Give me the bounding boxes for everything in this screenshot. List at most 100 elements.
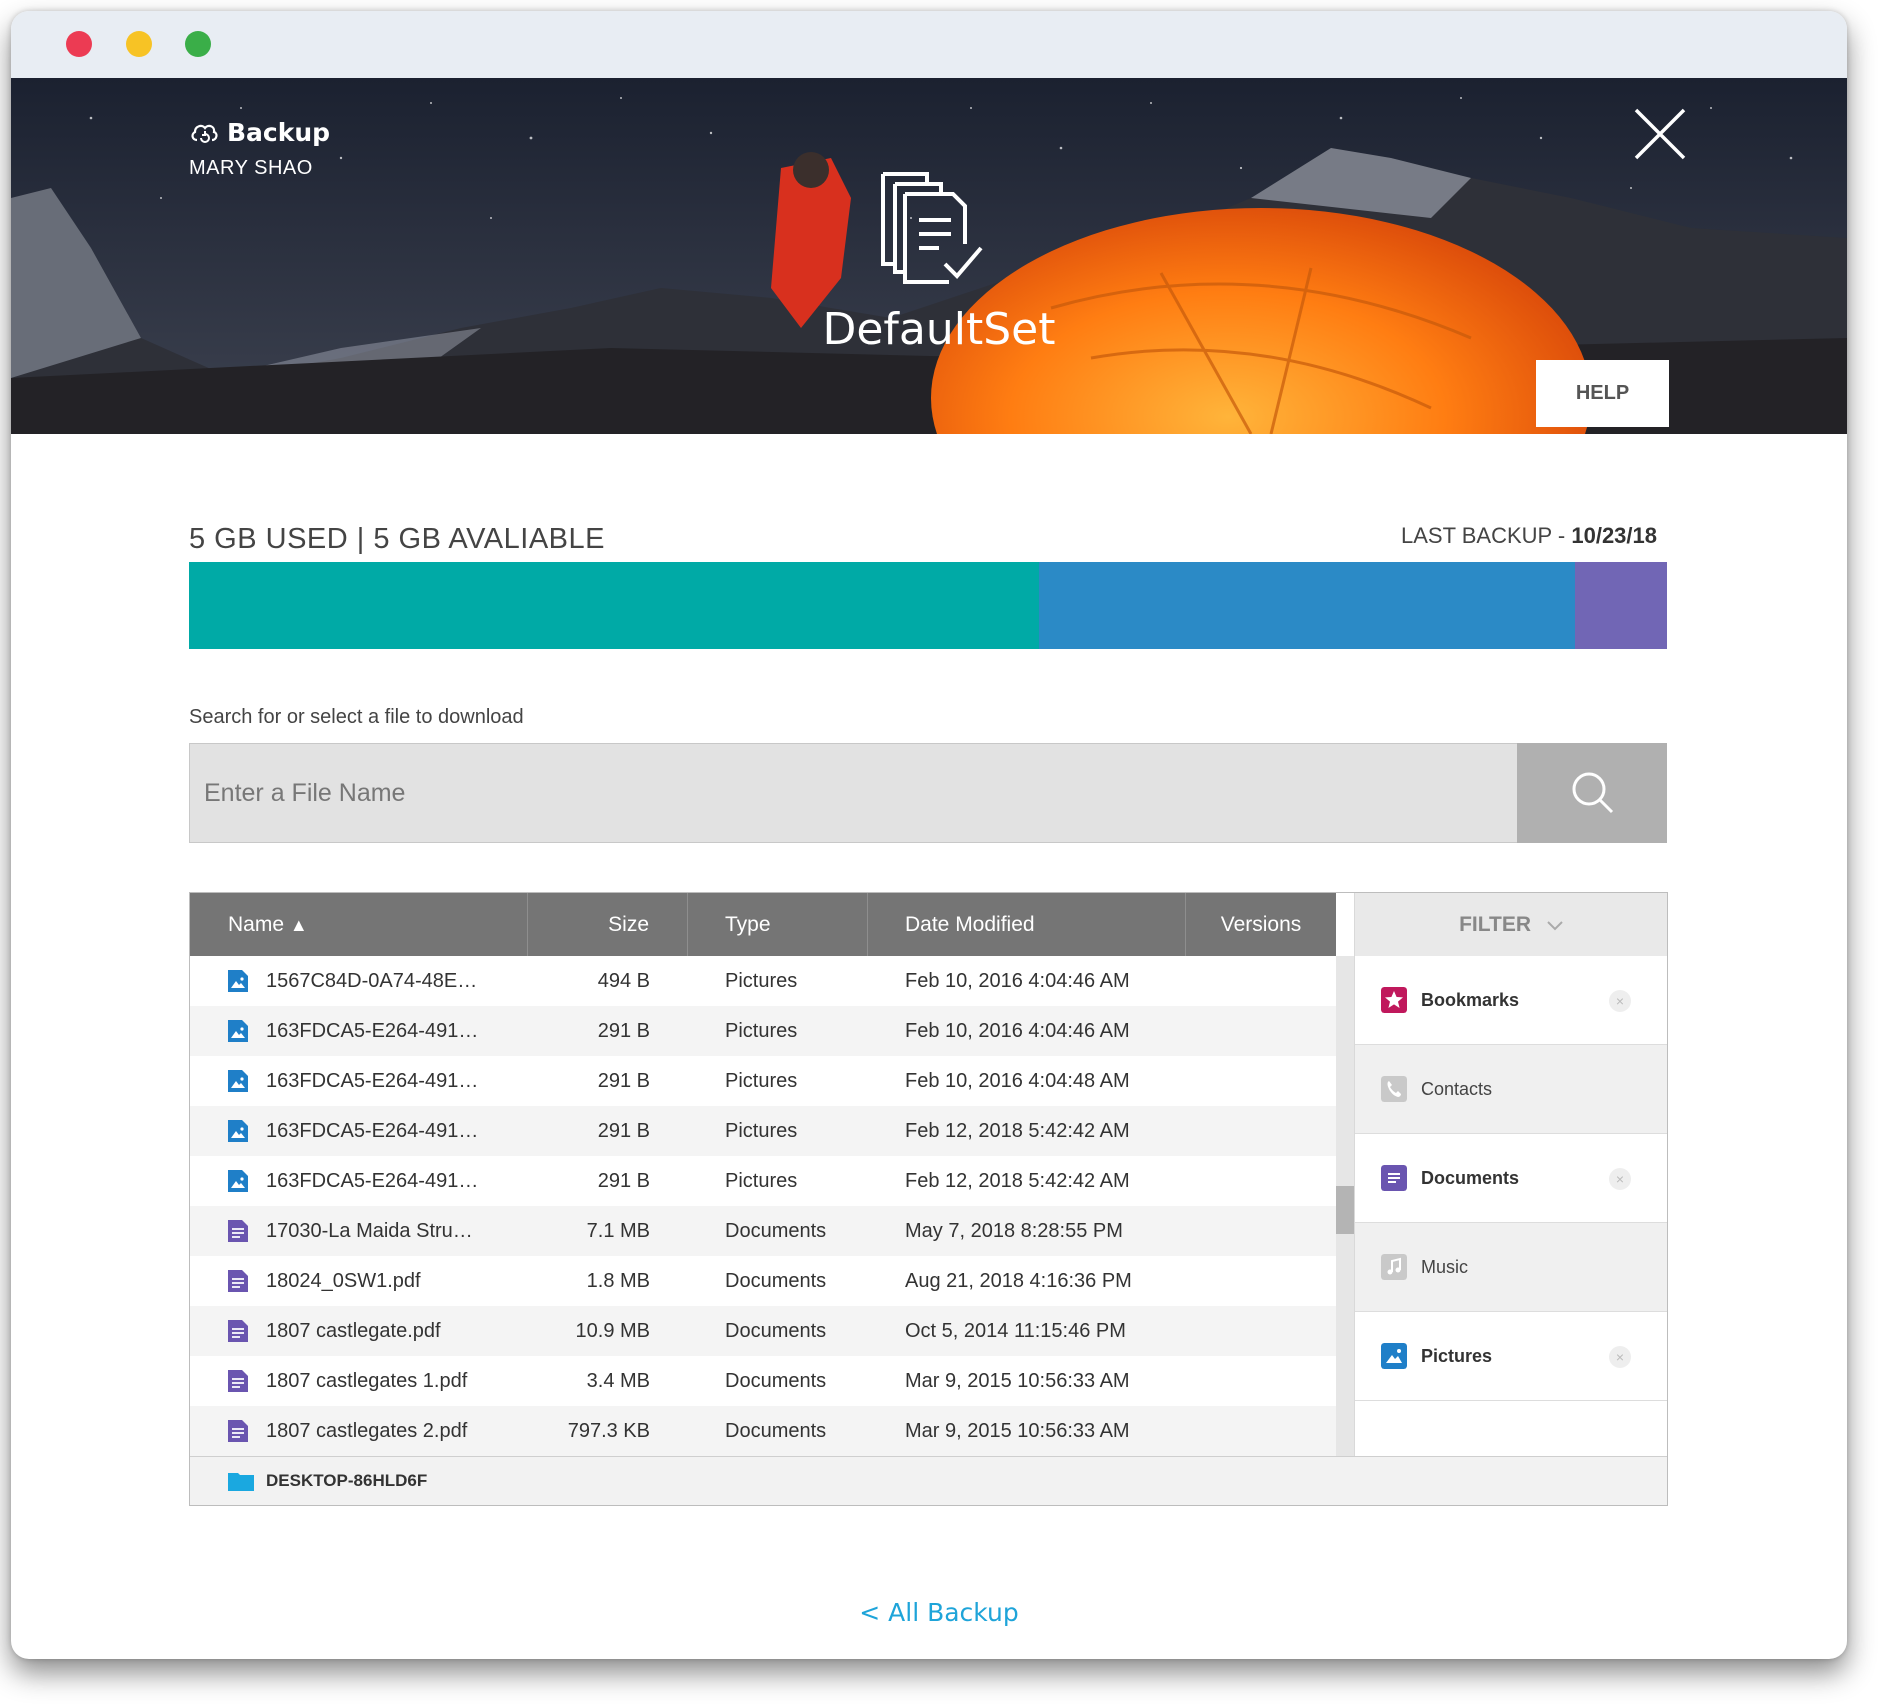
table-row[interactable]: 18024_0SW1.pdf 1.8 MB Documents Aug 21, 201…	[190, 1256, 1336, 1306]
storage-usage-bar	[189, 562, 1667, 649]
file-size: 7.1 MB	[586, 1219, 650, 1242]
file-size: 3.4 MB	[586, 1369, 650, 1392]
music-icon	[1381, 1254, 1407, 1280]
file-date-modified: Aug 21, 2018 4:16:36 PM	[905, 1269, 1132, 1292]
file-type: Documents	[725, 1269, 827, 1292]
column-name-label: Name	[228, 913, 285, 936]
file-date-modified: May 7, 2018 8:28:55 PM	[905, 1219, 1123, 1242]
table-row[interactable]: 163FDCA5-E264-491… 291 B Pictures Feb 10, 2…	[190, 1056, 1336, 1106]
filter-item-documents[interactable]: Documents ×	[1355, 1134, 1667, 1223]
folder-path-bar: DESKTOP-86HLD6F	[190, 1456, 1667, 1505]
file-type: Documents	[725, 1219, 827, 1242]
file-list-scrollbar[interactable]	[1336, 956, 1354, 1456]
file-date-modified: Mar 9, 2015 10:56:33 AM	[905, 1419, 1130, 1442]
file-search-input[interactable]	[189, 743, 1517, 843]
column-header-type[interactable]: Type	[688, 893, 868, 956]
file-name: 163FDCA5-E264-491…	[266, 1019, 479, 1042]
all-backup-link[interactable]: < All Backup	[789, 1598, 1089, 1627]
table-row[interactable]: 1567C84D-0A74-48E… 494 B Pictures Feb 10, 2…	[190, 956, 1336, 1006]
file-type: Documents	[725, 1419, 827, 1442]
file-name: 1807 castlegate.pdf	[266, 1319, 441, 1342]
document-file-icon	[228, 1370, 248, 1392]
filter-label: FILTER	[1459, 913, 1532, 936]
usage-segment	[1038, 562, 1576, 649]
file-name-cell: 17030-La Maida Stru…	[190, 1220, 528, 1243]
phone-icon	[1381, 1076, 1407, 1102]
file-name: 1807 castlegates 1.pdf	[266, 1369, 468, 1392]
column-header-name[interactable]: Name ▲	[190, 893, 528, 956]
file-size: 291 B	[597, 1069, 650, 1092]
filter-panel: FILTER Bookmarks × Contacts Documents × Music…	[1354, 893, 1667, 1456]
file-size: 291 B	[597, 1019, 650, 1042]
picture-file-icon	[228, 1170, 248, 1192]
filter-item-pictures[interactable]: Pictures ×	[1355, 1312, 1667, 1401]
file-date-modified: Feb 10, 2016 4:04:48 AM	[905, 1069, 1130, 1092]
file-size: 291 B	[597, 1169, 650, 1192]
file-size: 1.8 MB	[586, 1269, 650, 1292]
last-backup-label: LAST BACKUP -	[1400, 523, 1572, 548]
file-name-cell: 163FDCA5-E264-491…	[190, 1120, 528, 1143]
star-icon	[1381, 987, 1407, 1013]
file-date-modified: Oct 5, 2014 11:15:46 PM	[905, 1319, 1126, 1342]
file-size: 291 B	[597, 1119, 650, 1142]
file-name-cell: 163FDCA5-E264-491…	[190, 1020, 528, 1043]
app-window: Backup MARY SHAO DefaultSet HELP 5 GB US…	[11, 11, 1847, 1659]
usage-segment	[189, 562, 1039, 649]
file-date-modified: Feb 12, 2018 5:42:42 AM	[905, 1119, 1130, 1142]
table-row[interactable]: 1807 castlegates 1.pdf 3.4 MB Documents Mar…	[190, 1356, 1336, 1406]
search-label: Search for or select a file to download	[189, 706, 524, 728]
column-header-size[interactable]: Size	[528, 893, 688, 956]
filter-item-bookmarks[interactable]: Bookmarks ×	[1355, 956, 1667, 1045]
window-minimize-dot[interactable]	[126, 31, 152, 57]
app-title: Backup	[227, 118, 331, 147]
search-button[interactable]	[1517, 743, 1667, 843]
close-icon[interactable]	[1633, 107, 1687, 161]
table-row[interactable]: 163FDCA5-E264-491… 291 B Pictures Feb 12, 2…	[190, 1106, 1336, 1156]
file-date-modified: Feb 10, 2016 4:04:46 AM	[905, 1019, 1130, 1042]
folder-name[interactable]: DESKTOP-86HLD6F	[266, 1471, 427, 1491]
help-button[interactable]: HELP	[1536, 360, 1669, 427]
file-name: 18024_0SW1.pdf	[266, 1269, 421, 1292]
file-name: 1567C84D-0A74-48E…	[266, 969, 478, 992]
filter-item-label: Documents	[1421, 1167, 1520, 1188]
document-file-icon	[228, 1420, 248, 1442]
remove-filter-icon[interactable]: ×	[1609, 990, 1631, 1012]
file-name-cell: 163FDCA5-E264-491…	[190, 1070, 528, 1093]
table-header: Name ▲ Size Type Date Modified Versions	[190, 893, 1336, 956]
filter-item-music[interactable]: Music	[1355, 1223, 1667, 1312]
table-row[interactable]: 1807 castlegates 2.pdf 797.3 KB Documents M…	[190, 1406, 1336, 1456]
filter-item-label: Bookmarks	[1421, 989, 1520, 1010]
window-maximize-dot[interactable]	[185, 31, 211, 57]
last-backup: LAST BACKUP - 10/23/18	[1401, 523, 1657, 549]
file-name: 17030-La Maida Stru…	[266, 1219, 473, 1242]
file-name-cell: 1567C84D-0A74-48E…	[190, 970, 528, 993]
file-type: Pictures	[725, 969, 798, 992]
table-row[interactable]: 17030-La Maida Stru… 7.1 MB Documents May 7…	[190, 1206, 1336, 1256]
remove-filter-icon[interactable]: ×	[1609, 1168, 1631, 1190]
column-header-versions[interactable]: Versions	[1186, 893, 1336, 956]
filter-item-label: Contacts	[1421, 1078, 1493, 1099]
remove-filter-icon[interactable]: ×	[1609, 1346, 1631, 1368]
table-row[interactable]: 163FDCA5-E264-491… 291 B Pictures Feb 10, 2…	[190, 1006, 1336, 1056]
file-size: 10.9 MB	[575, 1319, 650, 1342]
user-name: MARY SHAO	[189, 157, 313, 179]
scrollbar-thumb[interactable]	[1336, 1186, 1354, 1234]
usage-segment	[1575, 562, 1667, 649]
file-name: 163FDCA5-E264-491…	[266, 1169, 479, 1192]
sort-ascending-icon: ▲	[289, 915, 308, 935]
table-row[interactable]: 163FDCA5-E264-491… 291 B Pictures Feb 12, 2…	[190, 1156, 1336, 1206]
filter-item-contacts[interactable]: Contacts	[1355, 1045, 1667, 1134]
document-file-icon	[228, 1220, 248, 1242]
window-close-dot[interactable]	[66, 31, 92, 57]
document-icon	[1381, 1165, 1407, 1191]
table-row[interactable]: 1807 castlegate.pdf 10.9 MB Documents Oct 5…	[190, 1306, 1336, 1356]
file-date-modified: Feb 12, 2018 5:42:42 AM	[905, 1169, 1130, 1192]
file-name: 163FDCA5-E264-491…	[266, 1119, 479, 1142]
file-name-cell: 18024_0SW1.pdf	[190, 1270, 528, 1293]
filter-dropdown[interactable]: FILTER	[1355, 893, 1667, 956]
column-header-date[interactable]: Date Modified	[868, 893, 1186, 956]
document-file-icon	[228, 1320, 248, 1342]
file-name-cell: 1807 castlegates 2.pdf	[190, 1420, 528, 1443]
file-browser: Name ▲ Size Type Date Modified Versions …	[189, 892, 1668, 1506]
file-size: 797.3 KB	[567, 1419, 650, 1442]
